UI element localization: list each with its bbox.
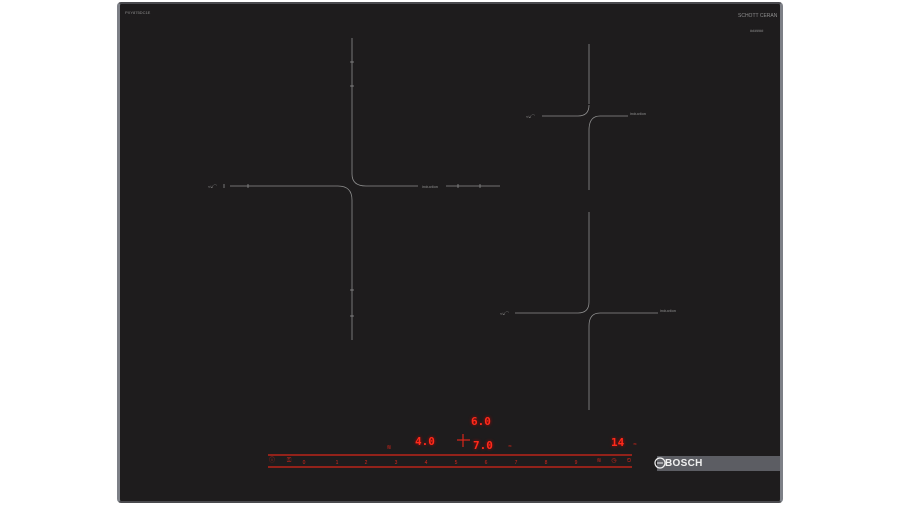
power-button[interactable]: ⓘ [268,458,276,465]
power-level-4[interactable]: 4 [422,460,430,466]
child-lock-button[interactable]: ⚿ [284,458,294,465]
power-level-9[interactable]: 9 [572,460,580,466]
left-zone-curve-top [337,185,353,201]
left-zone-label: induction [422,184,439,189]
glass-brand: SCHOTT CERAN [738,13,778,19]
power-level-2[interactable]: 2 [362,460,370,466]
right-bottom-zone-label: induction [660,308,677,313]
cooking-zone-markings [223,38,658,468]
model-number: PXY875DC1E [125,10,151,15]
display-right: 14 [611,436,625,449]
right-top-zone-icon: ≈⊍⌒ [526,114,536,119]
display-left: 4.0 [415,435,435,448]
left-zone-curve-right [351,173,367,187]
display-top: 6.0 [471,415,491,428]
left-zone-icon: ≈⊍⌒ [208,184,218,189]
power-level-3[interactable]: 3 [392,460,400,466]
power-level-0[interactable]: 0 [300,460,308,466]
display-center: 7.0 [473,439,493,452]
power-level-6[interactable]: 6 [482,460,490,466]
power-level-1[interactable]: 1 [333,460,341,466]
power-level-8[interactable]: 8 [542,460,550,466]
right-top-zone-label: induction [630,111,647,116]
right-zone-select[interactable]: ≈ [630,442,640,449]
clock-button[interactable]: ⏲ [624,458,634,465]
power-level-7[interactable]: 7 [512,460,520,466]
right-bottom-zone-icon: ≈⊍⌒ [500,311,510,316]
glass-code: ###### [750,28,764,33]
timer-button[interactable]: ◷ [609,458,619,465]
boost-button[interactable]: ≋ [594,458,604,465]
power-level-5[interactable]: 5 [452,460,460,466]
brand-name: BOSCH [665,458,703,469]
left-zone-select[interactable]: ≋ [384,445,394,452]
center-zone-select[interactable]: ≈ [505,444,515,451]
